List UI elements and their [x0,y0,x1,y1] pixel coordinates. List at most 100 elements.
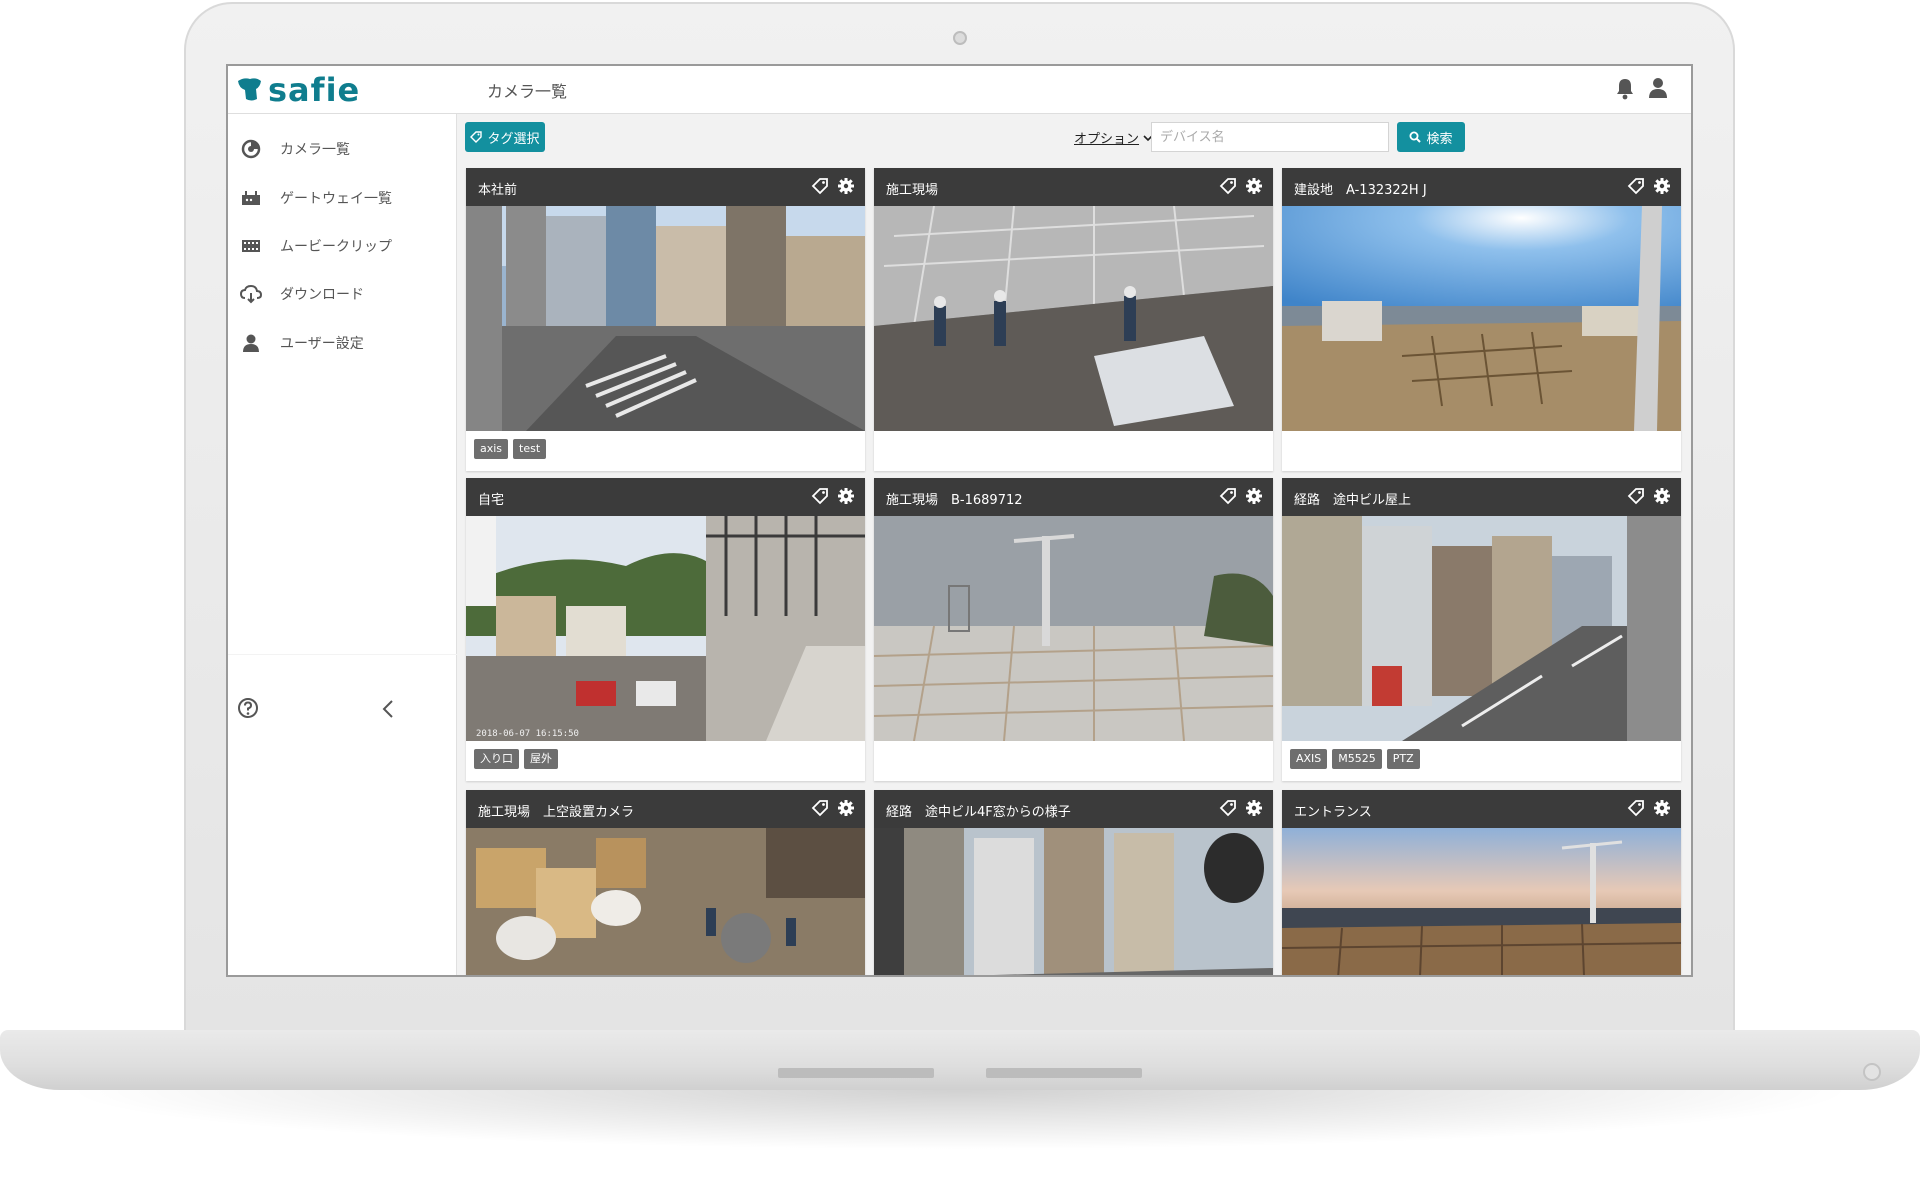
help-icon[interactable] [237,697,259,723]
tag-select-button[interactable]: タグ選択 [465,122,545,152]
camera-card-header: 自宅 [466,478,865,516]
main-content: タグ選択 オプション 検索 本社前 [457,114,1691,975]
bell-icon[interactable] [1614,76,1636,104]
sidebar-item-user-settings[interactable]: ユーザー設定 [228,323,457,363]
sidebar-item-label: ムービークリップ [280,239,392,255]
gear-icon[interactable] [837,177,855,199]
tag-icon[interactable] [811,177,829,199]
camera-title: 施工現場 B-1689712 [886,493,1023,508]
sidebar-item-download[interactable]: ダウンロード [228,274,457,314]
camera-feed-image[interactable] [1282,206,1681,431]
camera-card[interactable]: 自宅 2018-06-07 16:15:50 入り口 屋外 [466,478,865,781]
camera-tag[interactable]: 入り口 [474,749,519,769]
camera-feed-image[interactable] [466,828,865,975]
search-label: 検索 [1426,131,1453,147]
tag-icon[interactable] [1219,487,1237,509]
search-button[interactable]: 検索 [1397,122,1465,152]
camera-title: 経路 途中ビル屋上 [1294,493,1412,508]
gear-icon[interactable] [1653,177,1671,199]
sidebar-item-label: ゲートウェイ一覧 [280,191,392,207]
camera-card[interactable]: 経路 途中ビル屋上 AXIS M5525 PTZ [1282,478,1681,781]
search-icon [1409,131,1422,143]
chevron-left-icon[interactable] [381,699,395,723]
camera-title: 本社前 [478,183,518,198]
camera-timestamp: 2018-06-07 16:15:50 [476,729,579,739]
camera-card[interactable]: 施工現場 上空設置カメラ [466,790,865,975]
camera-feed-image[interactable] [1282,516,1681,741]
camera-tag[interactable]: M5525 [1332,749,1382,769]
camera-tag[interactable]: 屋外 [524,749,558,769]
camera-tag[interactable]: test [513,439,547,459]
camera-feed-image[interactable] [874,516,1273,741]
logo-text: safie [268,71,361,109]
gear-icon[interactable] [837,799,855,821]
user-icon[interactable] [1647,76,1669,104]
camera-card-header: 本社前 [466,168,865,206]
safie-logo-icon [238,78,261,101]
camera-title: 経路 途中ビル4F窓からの様子 [886,805,1071,820]
gear-icon[interactable] [837,487,855,509]
laptop-base-slot [778,1068,934,1078]
camera-card[interactable]: 施工現場 [874,168,1273,471]
camera-title: エントランス [1294,805,1372,820]
camera-card[interactable]: 経路 途中ビル4F窓からの様子 [874,790,1273,975]
camera-card[interactable]: 施工現場 B-1689712 [874,478,1273,781]
laptop-base-slot [986,1068,1142,1078]
tag-icon[interactable] [1627,177,1645,199]
laptop-base-dot [1863,1063,1881,1081]
gear-icon[interactable] [1245,799,1263,821]
camera-title: 建設地 A-132322H J [1294,183,1427,198]
page-title: カメラ一覧 [487,82,568,101]
camera-feed-image[interactable] [1282,828,1681,975]
camera-tag[interactable]: PTZ [1386,749,1420,769]
camera-tag[interactable]: AXIS [1290,749,1328,769]
webcam-icon [953,31,967,45]
camera-feed-image[interactable] [874,828,1273,975]
camera-tags: axis test [474,439,547,459]
camera-card-header: 施工現場 B-1689712 [874,478,1273,516]
camera-card[interactable]: 建設地 A-132322H J [1282,168,1681,471]
user-icon [240,332,262,354]
camera-title: 自宅 [478,493,505,508]
camera-feed-image[interactable] [466,206,865,431]
tag-icon[interactable] [811,487,829,509]
laptop-shadow [60,1090,1860,1150]
camera-card-header: 経路 途中ビル屋上 [1282,478,1681,516]
tag-icon[interactable] [1627,487,1645,509]
option-dropdown[interactable]: オプション [1074,128,1153,147]
sidebar-item-movie-clip[interactable]: ムービークリップ [228,226,457,266]
sidebar-item-label: カメラ一覧 [280,142,350,158]
cloud-download-icon [240,283,262,305]
camera-card[interactable]: エントランス [1282,790,1681,975]
tag-select-label: タグ選択 [487,131,540,147]
camera-feed-image[interactable] [874,206,1273,431]
camera-card[interactable]: 本社前 axis test [466,168,865,471]
sidebar-item-gateway-list[interactable]: ゲートウェイ一覧 [228,178,457,218]
laptop-base [0,1030,1920,1090]
camera-card-header: 経路 途中ビル4F窓からの様子 [874,790,1273,828]
sidebar: カメラ一覧 ゲートウェイ一覧 ムービークリップ ダウンロード ユーザー設定 [228,114,457,975]
sidebar-item-label: ダウンロード [280,287,364,303]
camera-tag[interactable]: axis [474,439,509,459]
camera-card-header: エントランス [1282,790,1681,828]
top-header: safie カメラ一覧 [228,66,1691,114]
logo[interactable]: safie [234,68,360,112]
camera-card-header: 建設地 A-132322H J [1282,168,1681,206]
tag-icon[interactable] [1219,177,1237,199]
tag-icon[interactable] [1219,799,1237,821]
camera-feed-image[interactable]: 2018-06-07 16:15:50 [466,516,865,741]
camera-tags: AXIS M5525 PTZ [1290,749,1420,769]
sidebar-item-camera-list[interactable]: カメラ一覧 [228,129,457,169]
tag-icon[interactable] [1627,799,1645,821]
tag-icon[interactable] [811,799,829,821]
gear-icon[interactable] [1653,487,1671,509]
app-screen: safie カメラ一覧 カメラ一覧 ゲートウェイ一覧 ムービークリップ ダウンロ… [226,64,1693,977]
film-icon [240,235,262,257]
sidebar-item-label: ユーザー設定 [280,336,364,352]
gear-icon[interactable] [1245,177,1263,199]
device-name-search-input[interactable] [1151,122,1389,152]
sidebar-footer [228,654,457,930]
gear-icon[interactable] [1653,799,1671,821]
camera-card-header: 施工現場 [874,168,1273,206]
gear-icon[interactable] [1245,487,1263,509]
